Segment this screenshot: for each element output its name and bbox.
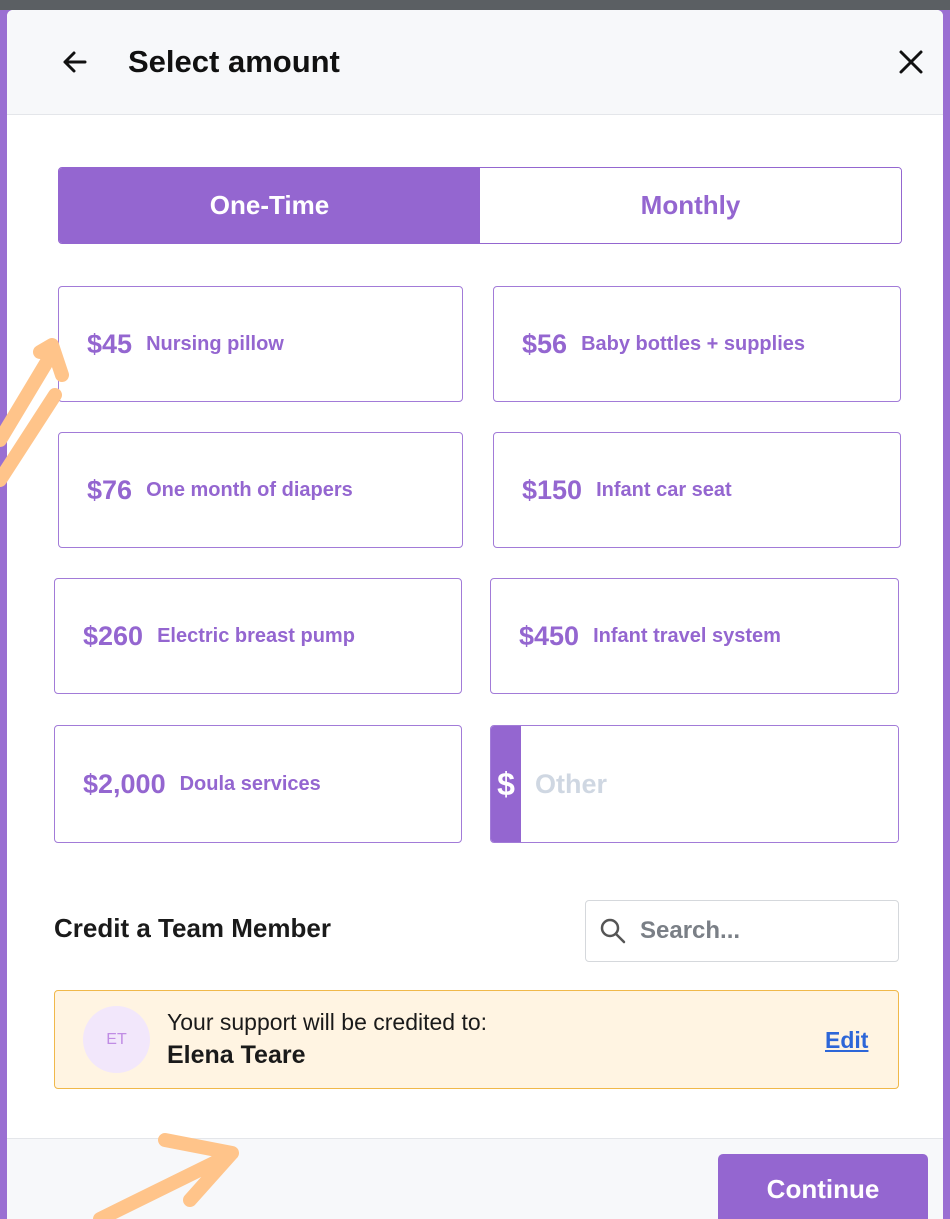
arrow-left-icon — [63, 51, 87, 73]
amount-option-2000[interactable]: $2,000 Doula services — [54, 725, 462, 843]
amount-option-260[interactable]: $260 Electric breast pump — [54, 578, 462, 694]
other-amount-input[interactable] — [521, 726, 898, 842]
dollar-sign-icon: $ — [491, 726, 521, 842]
credit-team-member-label: Credit a Team Member — [54, 913, 331, 943]
credit-message: Your support will be credited to: — [167, 1009, 488, 1035]
amount-description: Infant travel system — [593, 624, 781, 647]
other-amount-field: $ — [490, 725, 899, 843]
amount-price: $45 — [87, 328, 133, 359]
credit-notice: ET Your support will be credited to: Ele… — [54, 990, 899, 1089]
select-amount-modal: Select amount One-Time Monthly $45 Nursi… — [7, 10, 943, 1219]
amount-option-56[interactable]: $56 Baby bottles + supplies — [493, 286, 901, 402]
one-time-option[interactable]: One-Time — [59, 168, 480, 243]
close-button[interactable] — [891, 42, 931, 82]
monthly-option[interactable]: Monthly — [480, 168, 901, 243]
continue-button[interactable]: Continue — [718, 1154, 928, 1219]
amount-option-45[interactable]: $45 Nursing pillow — [58, 286, 463, 402]
amount-description: Doula services — [179, 772, 321, 795]
search-icon — [600, 918, 626, 944]
amount-description: Nursing pillow — [146, 332, 284, 355]
frequency-toggle: One-Time Monthly — [58, 167, 902, 244]
edit-credit-link[interactable]: Edit — [825, 1027, 868, 1054]
amount-description: One month of diapers — [146, 478, 353, 501]
close-icon — [899, 50, 923, 74]
team-member-search — [585, 900, 899, 962]
modal-footer: Continue — [7, 1138, 943, 1219]
amount-price: $76 — [87, 474, 133, 505]
amount-price: $150 — [522, 474, 583, 505]
amount-price: $2,000 — [83, 768, 166, 799]
amount-option-450[interactable]: $450 Infant travel system — [490, 578, 899, 694]
amount-price: $450 — [519, 620, 580, 651]
modal-header: Select amount — [7, 10, 943, 115]
amount-description: Baby bottles + supplies — [581, 332, 806, 355]
avatar: ET — [83, 1006, 150, 1073]
page-title: Select amount — [128, 44, 340, 79]
window-top-bar — [0, 0, 950, 10]
amount-option-76[interactable]: $76 One month of diapers — [58, 432, 463, 548]
search-input[interactable] — [638, 916, 882, 946]
amount-price: $260 — [83, 620, 144, 651]
amount-description: Electric breast pump — [157, 624, 355, 647]
back-button[interactable] — [55, 42, 95, 82]
amount-price: $56 — [522, 328, 568, 359]
amount-option-150[interactable]: $150 Infant car seat — [493, 432, 901, 548]
credited-member-name: Elena Teare — [167, 1041, 306, 1069]
amount-description: Infant car seat — [596, 478, 732, 501]
